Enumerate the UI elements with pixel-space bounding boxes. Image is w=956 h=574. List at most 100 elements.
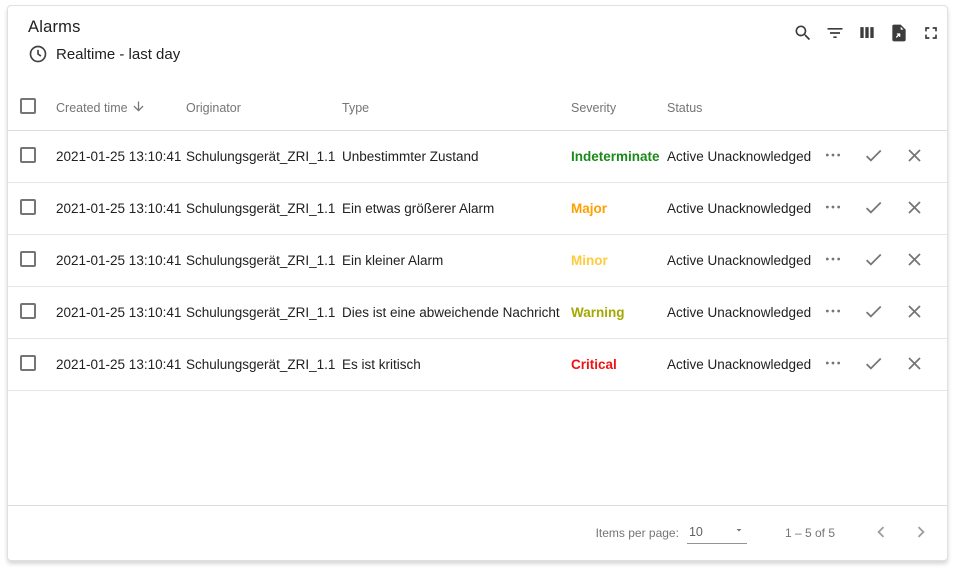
originator-cell: Schulungsgerät_ZRI_1.1 — [186, 149, 336, 164]
search-icon — [793, 23, 813, 46]
more-horizontal-icon — [823, 353, 843, 376]
table-empty-space — [8, 391, 947, 505]
more-horizontal-icon — [823, 249, 843, 272]
created-time-cell: 2021-01-25 13:10:41 — [56, 149, 182, 164]
export-button[interactable] — [887, 22, 911, 46]
column-header-status[interactable]: Status — [667, 101, 812, 115]
table-body: 2021-01-25 13:10:41 Schulungsgerät_ZRI_1… — [8, 131, 947, 391]
alarm-details-button[interactable] — [823, 145, 843, 168]
severity-cell: Warning — [571, 305, 625, 320]
table-row[interactable]: 2021-01-25 13:10:41 Schulungsgerät_ZRI_1… — [8, 131, 947, 183]
severity-cell: Minor — [571, 253, 608, 268]
widget-actions — [791, 18, 943, 46]
table-row[interactable]: 2021-01-25 13:10:41 Schulungsgerät_ZRI_1… — [8, 235, 947, 287]
filter-button[interactable] — [823, 22, 847, 46]
alarm-details-button[interactable] — [823, 197, 843, 220]
timewindow-label: Realtime - last day — [56, 45, 181, 63]
originator-cell: Schulungsgerät_ZRI_1.1 — [186, 201, 336, 216]
close-icon — [904, 249, 925, 273]
close-icon — [904, 197, 925, 221]
type-cell: Es ist kritisch — [342, 357, 421, 372]
status-cell: Active Unacknowledged — [667, 149, 812, 164]
alarm-details-button[interactable] — [823, 301, 843, 324]
clear-alarm-button[interactable] — [904, 197, 925, 221]
check-icon — [863, 197, 884, 221]
acknowledge-alarm-button[interactable] — [863, 301, 884, 325]
column-header-severity[interactable]: Severity — [571, 101, 667, 115]
chevron-right-icon — [910, 521, 932, 546]
column-header-label: Created time — [56, 100, 128, 115]
column-header-label: Type — [342, 100, 370, 115]
created-time-cell: 2021-01-25 13:10:41 — [56, 201, 182, 216]
row-checkbox[interactable] — [20, 303, 36, 319]
alarms-widget: Alarms Realtime - last day Created time … — [7, 5, 948, 561]
acknowledge-alarm-button[interactable] — [863, 353, 884, 377]
check-icon — [863, 145, 884, 169]
row-checkbox[interactable] — [20, 251, 36, 267]
status-cell: Active Unacknowledged — [667, 201, 812, 216]
clear-alarm-button[interactable] — [904, 301, 925, 325]
check-icon — [863, 301, 884, 325]
table-row[interactable]: 2021-01-25 13:10:41 Schulungsgerät_ZRI_1… — [8, 339, 947, 391]
row-checkbox[interactable] — [20, 199, 36, 215]
severity-cell: Major — [571, 201, 608, 216]
column-header-label: Status — [667, 100, 703, 115]
check-icon — [863, 249, 884, 273]
status-cell: Active Unacknowledged — [667, 253, 812, 268]
next-page-button[interactable] — [909, 521, 933, 545]
acknowledge-alarm-button[interactable] — [863, 197, 884, 221]
column-header-label: Originator — [186, 100, 241, 115]
export-icon — [889, 23, 909, 46]
close-icon — [904, 301, 925, 325]
timewindow[interactable]: Realtime - last day — [28, 44, 180, 64]
close-icon — [904, 145, 925, 169]
status-cell: Active Unacknowledged — [667, 305, 812, 320]
close-icon — [904, 353, 925, 377]
type-cell: Ein etwas größerer Alarm — [342, 201, 495, 216]
row-checkbox[interactable] — [20, 355, 36, 371]
search-button[interactable] — [791, 22, 815, 46]
fullscreen-icon — [921, 23, 941, 46]
clear-alarm-button[interactable] — [904, 145, 925, 169]
status-cell: Active Unacknowledged — [667, 357, 812, 372]
fullscreen-button[interactable] — [919, 22, 943, 46]
select-all-checkbox[interactable] — [20, 98, 36, 114]
row-checkbox[interactable] — [20, 147, 36, 163]
columns-icon — [857, 23, 877, 46]
more-horizontal-icon — [823, 145, 843, 168]
column-header-originator[interactable]: Originator — [186, 101, 342, 115]
filter-icon — [825, 23, 845, 46]
widget-header: Alarms Realtime - last day — [8, 6, 947, 85]
severity-cell: Indeterminate — [571, 149, 660, 164]
originator-cell: Schulungsgerät_ZRI_1.1 — [186, 253, 336, 268]
columns-button[interactable] — [855, 22, 879, 46]
type-cell: Ein kleiner Alarm — [342, 253, 444, 268]
previous-page-button[interactable] — [869, 521, 893, 545]
acknowledge-alarm-button[interactable] — [863, 145, 884, 169]
acknowledge-alarm-button[interactable] — [863, 249, 884, 273]
page-size-select[interactable]: 10 — [686, 522, 747, 544]
dropdown-arrow-icon — [733, 524, 745, 539]
table-row[interactable]: 2021-01-25 13:10:41 Schulungsgerät_ZRI_1… — [8, 183, 947, 235]
table-row[interactable]: 2021-01-25 13:10:41 Schulungsgerät_ZRI_1… — [8, 287, 947, 339]
created-time-cell: 2021-01-25 13:10:41 — [56, 305, 182, 320]
column-header-type[interactable]: Type — [342, 101, 571, 115]
originator-cell: Schulungsgerät_ZRI_1.1 — [186, 305, 336, 320]
table-header-row: Created time Originator Type Severity St… — [8, 85, 947, 131]
paginator: Items per page: 10 1 – 5 of 5 — [8, 505, 947, 560]
check-icon — [863, 353, 884, 377]
created-time-cell: 2021-01-25 13:10:41 — [56, 253, 182, 268]
created-time-cell: 2021-01-25 13:10:41 — [56, 357, 182, 372]
sort-desc-icon — [131, 99, 146, 117]
column-header-label: Severity — [571, 100, 617, 115]
alarm-details-button[interactable] — [823, 353, 843, 376]
type-cell: Unbestimmter Zustand — [342, 149, 479, 164]
clear-alarm-button[interactable] — [904, 249, 925, 273]
originator-cell: Schulungsgerät_ZRI_1.1 — [186, 357, 336, 372]
clear-alarm-button[interactable] — [904, 353, 925, 377]
type-cell: Dies ist eine abweichende Nachricht — [342, 305, 560, 320]
alarm-details-button[interactable] — [823, 249, 843, 272]
items-per-page-label: Items per page: — [595, 526, 679, 540]
column-header-created-time[interactable]: Created time — [56, 99, 186, 117]
clock-icon — [28, 44, 48, 64]
